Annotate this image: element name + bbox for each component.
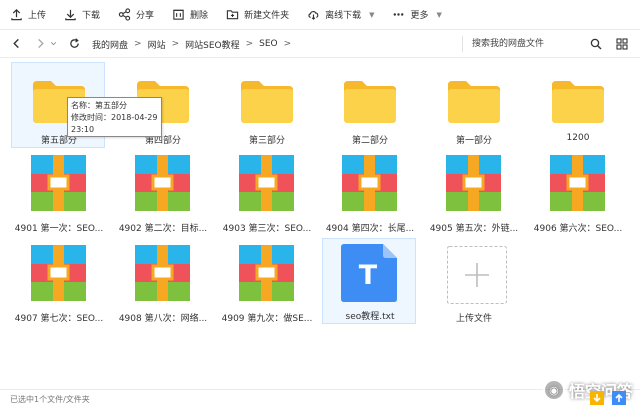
folder-icon bbox=[344, 81, 396, 123]
archive-name: 4905 第五次：外链... bbox=[429, 224, 519, 234]
search-icon[interactable] bbox=[590, 38, 602, 50]
archive-icon bbox=[342, 155, 397, 211]
download-arrow-icon[interactable] bbox=[590, 391, 604, 405]
chevron-right-icon: > bbox=[134, 39, 142, 49]
archive-item[interactable]: 4904 第四次：长尾... bbox=[322, 150, 416, 236]
archive-name: 4903 第三次：SEO... bbox=[222, 224, 312, 234]
archive-icon bbox=[135, 155, 190, 211]
new-folder-button[interactable]: 新建文件夹 bbox=[226, 0, 289, 30]
history-dropdown-icon[interactable] bbox=[48, 36, 58, 52]
chevron-down-icon: ▼ bbox=[369, 10, 375, 19]
tooltip: 名称：第五部分 修改时间：2018-04-29 23:10 bbox=[67, 97, 162, 137]
archive-name: 4904 第四次：长尾... bbox=[325, 224, 415, 234]
divider bbox=[462, 36, 463, 52]
watermark-logo-icon: ◉ bbox=[542, 379, 565, 401]
folder-item[interactable]: 1200 bbox=[530, 62, 624, 148]
share-label: 分享 bbox=[136, 11, 155, 21]
download-label: 下载 bbox=[82, 11, 101, 21]
offline-download-label: 离线下载 bbox=[325, 11, 362, 21]
archive-icon bbox=[31, 155, 86, 211]
cloud-download-icon bbox=[308, 11, 319, 20]
breadcrumb-item-seo[interactable]: SEO bbox=[259, 39, 277, 49]
archive-name: 4902 第二次：目标... bbox=[118, 224, 208, 234]
search-input[interactable]: 搜索我的网盘文件 bbox=[472, 30, 544, 58]
delete-label: 删除 bbox=[190, 11, 209, 21]
upload-arrow-icon[interactable] bbox=[612, 391, 626, 405]
text-file-item[interactable]: T seo教程.txt bbox=[322, 238, 416, 324]
archive-item[interactable]: 4907 第七次：SEO... bbox=[11, 240, 105, 326]
tooltip-modified: 修改时间：2018-04-29 bbox=[71, 113, 158, 122]
text-file-icon: T bbox=[341, 244, 397, 302]
share-button[interactable]: 分享 bbox=[118, 0, 154, 30]
chevron-right-icon: > bbox=[171, 39, 180, 49]
folder-name: 第二部分 bbox=[351, 136, 388, 146]
archive-name: 4906 第六次：SEO... bbox=[533, 224, 623, 234]
tooltip-time: 23:10 bbox=[71, 125, 95, 134]
text-file-glyph: T bbox=[359, 260, 378, 291]
folder-icon bbox=[241, 81, 293, 123]
archive-icon bbox=[135, 245, 190, 301]
upload-button[interactable]: 上传 bbox=[10, 0, 46, 30]
archive-item[interactable]: 4908 第八次：网络... bbox=[115, 240, 209, 326]
grid-view-icon[interactable] bbox=[616, 38, 628, 50]
folder-item[interactable]: 第三部分 bbox=[219, 62, 313, 148]
forward-icon[interactable] bbox=[32, 36, 48, 52]
breadcrumb: 我的网盘 > 网站 > 网站SEO教程 > SEO > bbox=[92, 30, 297, 58]
folder-name: 1200 bbox=[566, 133, 590, 143]
archive-item[interactable]: 4909 第九次：做SE... bbox=[219, 240, 313, 326]
refresh-icon[interactable] bbox=[66, 36, 82, 52]
selection-status: 已选中1个文件/文件夹 bbox=[10, 395, 90, 404]
trash-icon bbox=[173, 9, 184, 20]
folder-item[interactable]: 第二部分 bbox=[322, 62, 416, 148]
chevron-down-icon: ▼ bbox=[436, 10, 442, 19]
archive-icon bbox=[446, 155, 501, 211]
archive-name: 4907 第七次：SEO... bbox=[14, 314, 104, 324]
archive-icon bbox=[239, 245, 294, 301]
archive-name: 4908 第八次：网络... bbox=[118, 314, 208, 324]
upload-label: 上传 bbox=[28, 11, 47, 21]
upload-file-tile[interactable]: 上传文件 bbox=[426, 240, 520, 326]
new-folder-icon bbox=[226, 10, 239, 20]
breadcrumb-item-my-drive[interactable]: 我的网盘 bbox=[92, 38, 128, 51]
breadcrumb-item-website[interactable]: 网站 bbox=[148, 38, 166, 51]
more-dots-icon bbox=[394, 13, 404, 16]
plus-icon bbox=[447, 246, 507, 304]
chevron-right-icon: > bbox=[283, 39, 292, 49]
archive-icon bbox=[550, 155, 605, 211]
archive-icon bbox=[239, 155, 294, 211]
breadcrumb-item-seo-tutorial[interactable]: 网站SEO教程 bbox=[185, 38, 239, 51]
archive-item[interactable]: 4905 第五次：外链... bbox=[426, 150, 520, 236]
more-label: 更多 bbox=[410, 11, 429, 21]
folder-name: 第三部分 bbox=[248, 136, 285, 146]
archive-item[interactable]: 4902 第二次：目标... bbox=[115, 150, 209, 236]
archive-icon bbox=[31, 245, 86, 301]
folder-item[interactable]: 第一部分 bbox=[426, 62, 520, 148]
folder-icon bbox=[552, 81, 604, 123]
toolbar: 上传 下载 分享 删除 新建文件夹 离线下载 ▼ 更多 ▼ bbox=[0, 0, 640, 30]
tooltip-name: 名称：第五部分 bbox=[71, 101, 127, 110]
back-icon[interactable] bbox=[8, 36, 24, 52]
archive-name: 4909 第九次：做SE... bbox=[221, 314, 313, 324]
folder-name: 第一部分 bbox=[455, 136, 492, 146]
download-icon bbox=[65, 9, 76, 21]
more-button[interactable]: 更多 ▼ bbox=[392, 0, 442, 30]
upload-icon bbox=[11, 9, 22, 21]
download-button[interactable]: 下载 bbox=[64, 0, 100, 30]
archive-item[interactable]: 4906 第六次：SEO... bbox=[530, 150, 624, 236]
share-icon bbox=[118, 8, 131, 21]
text-file-name: seo教程.txt bbox=[345, 312, 395, 322]
archive-item[interactable]: 4901 第一次：SEO... bbox=[11, 150, 105, 236]
upload-file-label: 上传文件 bbox=[455, 314, 492, 324]
offline-download-button[interactable]: 离线下载 ▼ bbox=[307, 0, 374, 30]
new-folder-label: 新建文件夹 bbox=[244, 11, 290, 21]
delete-button[interactable]: 删除 bbox=[172, 0, 208, 30]
navigation-bar: 我的网盘 > 网站 > 网站SEO教程 > SEO > 搜索我的网盘文件 bbox=[0, 30, 640, 58]
chevron-right-icon: > bbox=[245, 39, 254, 49]
archive-item[interactable]: 4903 第三次：SEO... bbox=[219, 150, 313, 236]
folder-icon bbox=[448, 81, 500, 123]
archive-name: 4901 第一次：SEO... bbox=[14, 224, 104, 234]
